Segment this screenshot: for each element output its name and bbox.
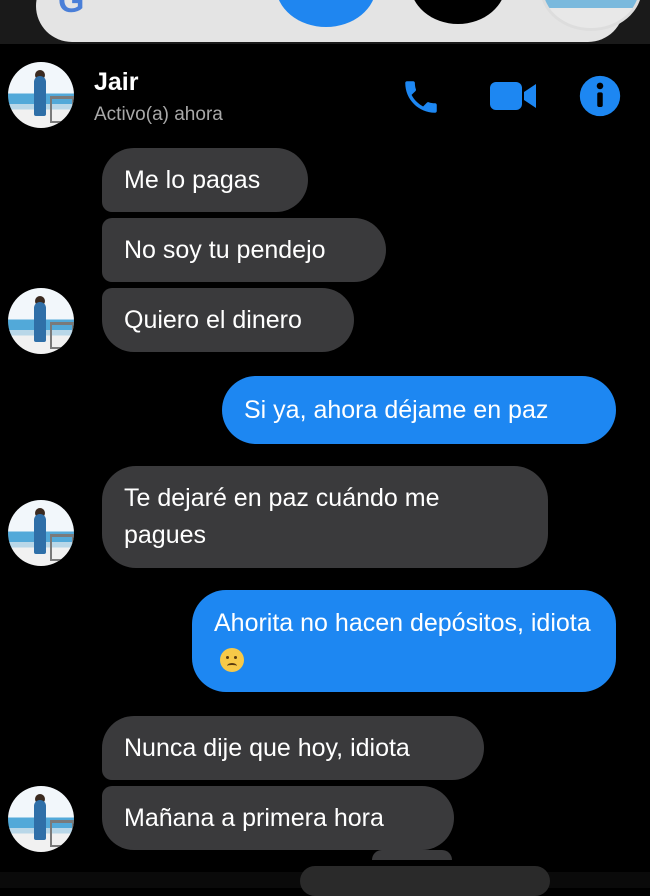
- google-logo-icon: G: [58, 0, 85, 20]
- message-bubble-incoming[interactable]: Me lo pagas: [102, 148, 308, 212]
- message-text: Nunca dije que hoy, idiota: [124, 734, 410, 762]
- message-bubble-incoming[interactable]: Mañana a primera hora: [102, 786, 454, 850]
- typing-indicator: [372, 850, 452, 860]
- message-text: Si ya, ahora déjame en paz: [244, 396, 549, 424]
- contact-avatar[interactable]: [8, 62, 74, 128]
- video-camera-icon[interactable]: [488, 78, 540, 114]
- message-bubble-incoming[interactable]: Nunca dije que hoy, idiota: [102, 716, 484, 780]
- message-text: Quiero el dinero: [124, 306, 302, 334]
- contact-status: Activo(a) ahora: [94, 104, 223, 125]
- contact-avatar[interactable]: [8, 786, 74, 852]
- message-input[interactable]: [300, 866, 550, 896]
- message-bubble-outgoing[interactable]: Si ya, ahora déjame en paz: [222, 376, 616, 444]
- info-icon[interactable]: [578, 74, 622, 118]
- message-text: Mañana a primera hora: [124, 804, 384, 832]
- worried-face-emoji: [220, 648, 244, 672]
- message-text: Ahorita no hacen depósitos, idiota: [214, 609, 591, 637]
- contact-name[interactable]: Jair: [94, 68, 138, 97]
- contact-avatar[interactable]: [8, 500, 74, 566]
- message-bubble-outgoing[interactable]: Ahorita no hacen depósitos, idiota: [192, 590, 616, 692]
- contact-avatar[interactable]: [8, 288, 74, 354]
- home-screen-strip: G: [0, 0, 650, 44]
- message-text: No soy tu pendejo: [124, 236, 326, 264]
- message-text: Me lo pagas: [124, 166, 261, 194]
- message-bubble-incoming[interactable]: No soy tu pendejo: [102, 218, 386, 282]
- message-bubble-incoming[interactable]: Te dejaré en paz cuándo me pagues: [102, 466, 548, 568]
- phone-icon[interactable]: [400, 76, 442, 118]
- message-bubble-incoming[interactable]: Quiero el dinero: [102, 288, 354, 352]
- message-text: Te dejaré en paz cuándo me pagues: [124, 484, 440, 549]
